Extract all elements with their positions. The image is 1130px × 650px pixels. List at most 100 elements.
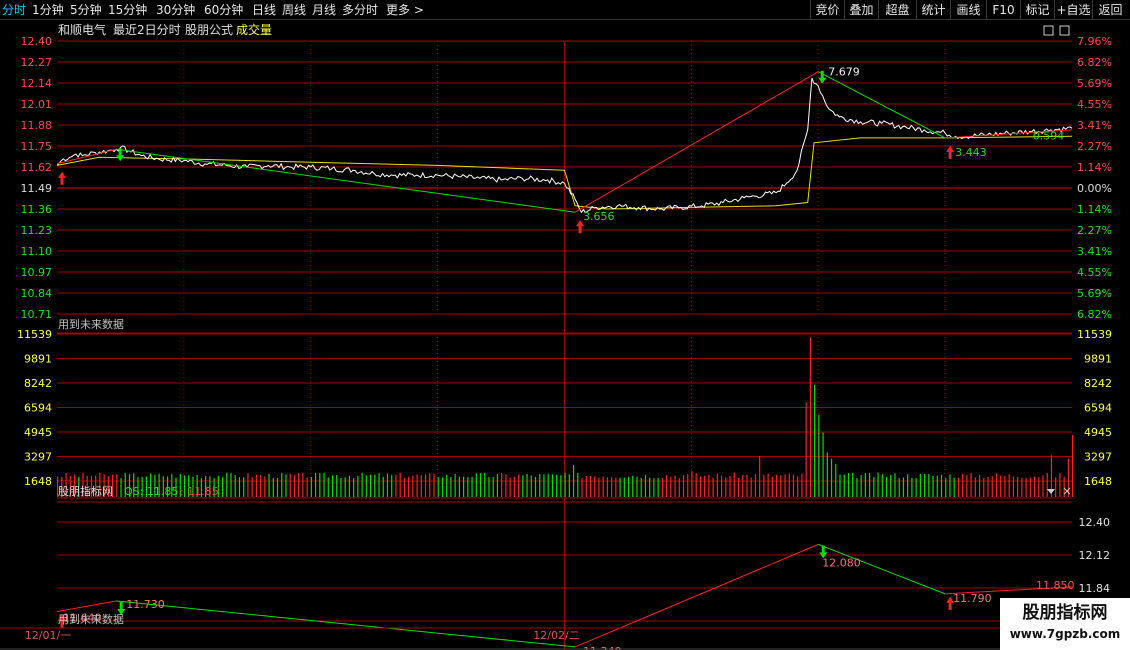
volume-bar-266 [619,477,621,497]
volume-bar-302 [695,473,697,497]
volume-bar-422 [949,474,951,497]
period-tab-7[interactable]: 周线 [282,2,306,18]
volume-bar-426 [957,477,960,497]
period-tab-8[interactable]: 月线 [312,2,336,18]
volume-bar-84 [234,475,236,497]
volume-bar-330 [754,474,757,497]
period-tab-9[interactable]: 多分时 [342,2,378,18]
volume-bar-88 [243,477,245,497]
volume-bar-384 [869,473,871,497]
volume-tick-right-1: 9891 [1084,353,1112,366]
volume-bar-30 [120,478,122,497]
pct-tick-7: 0.00% [1077,182,1112,195]
period-tab-10[interactable]: 更多 > [386,2,424,18]
volume-bar-98 [264,476,266,497]
price-tick-1: 12.27 [21,56,53,69]
toolbar-button-6[interactable]: 标记 [1020,0,1054,20]
brand-watermark: 股朋指标网 www.7gpzb.com [1000,598,1130,650]
volume-bar-180 [437,477,439,497]
volume-bar-452 [1012,476,1014,497]
volume-bar-236 [556,474,558,497]
price-up-arrow-2 [946,145,955,159]
period-tab-4[interactable]: 30分钟 [156,2,195,18]
volume-bar-188 [454,474,456,497]
period-tab-6[interactable]: 日线 [252,2,276,18]
volume-bar-318 [729,475,731,497]
volume-bar-200 [479,473,482,497]
volume-bar-232 [547,473,549,497]
volume-bar-136 [344,477,346,497]
price-tick-2: 12.14 [21,77,53,90]
volume-bar-160 [395,474,397,497]
toolbar-button-2[interactable]: 超盘 [878,0,916,20]
pct-tick-1: 6.82% [1077,56,1112,69]
toolbar-button-4[interactable]: 画线 [950,0,986,20]
volume-bar-332 [759,456,761,497]
dropdown-icon [1047,489,1055,494]
period-tab-3[interactable]: 15分钟 [108,2,147,18]
volume-bar-156 [386,473,389,497]
volume-bar-190 [458,476,460,497]
volume-bar-176 [429,473,431,497]
volume-bar-256 [598,477,600,497]
toolbar-button-3[interactable]: 统计 [916,0,950,20]
volume-tick-left-6: 1648 [24,475,52,488]
volume-bar-450 [1008,474,1010,497]
volume-bar-462 [1033,476,1036,497]
volume-bar-94 [255,474,257,497]
volume-bar-342 [780,475,782,497]
volume-bar-388 [877,472,879,497]
toolbar-button-0[interactable]: 竞价 [810,0,844,20]
toolbar-button-7[interactable]: +自选 [1054,0,1092,20]
period-tab-1[interactable]: 1分钟 [32,2,64,18]
price-tick-3: 12.01 [21,98,53,111]
volume-bar-148 [369,474,372,497]
volume-label: 成交量 [236,22,272,37]
volume-bar-234 [551,474,554,497]
volume-bar-184 [446,474,448,497]
volume-bar-196 [471,476,473,497]
volume-bar-380 [860,475,862,497]
volume-bar-286 [661,478,663,497]
volume-bar-272 [632,475,634,497]
pct-tick-0: 7.96% [1077,35,1112,48]
price-tick-11: 10.97 [21,266,53,279]
volume-bar-164 [403,477,405,497]
indicator-title: 股朋指标网 [58,484,113,498]
volume-tick-right-4: 4945 [1084,426,1112,439]
volume-bar-178 [433,473,435,497]
toolbar-button-8[interactable]: 返回 [1092,0,1128,20]
volume-bar-264 [615,477,617,497]
indicator-tick-1: 12.12 [1079,549,1111,562]
volume-bar-432 [970,472,972,497]
period-tab-2[interactable]: 5分钟 [70,2,102,18]
volume-bar-82 [230,473,232,497]
toolbar: 分时 1分钟 5分钟 15分钟 30分钟 60分钟 日线 周线 月线 多分时 更多 > 竞价 叠加 超盘统… [0,0,1130,20]
pct-tick-8: 1.14% [1077,203,1112,216]
volume-bar-162 [399,472,401,497]
toolbar-button-1[interactable]: 叠加 [844,0,878,20]
volume-bar-106 [281,472,283,497]
period-tab-0[interactable]: 分时 [2,2,26,18]
volume-bar-454 [1017,476,1019,497]
volume-bar-28 [116,474,118,497]
volume-bar-406 [915,477,917,497]
volume-bar-382 [864,473,866,497]
volume-bar-304 [699,476,702,497]
volume-bar-444 [995,473,998,497]
volume-bar-320 [733,472,735,497]
pct-tick-4: 3.41% [1077,119,1112,132]
toolbar-button-5[interactable]: F10 [986,0,1020,20]
volume-bar-434 [974,477,976,497]
signal-segment-1 [116,148,576,213]
volume-bar-418 [940,474,943,497]
price-up-arrow-0 [58,171,66,185]
qs-segment-2 [574,543,819,648]
period-tab-5[interactable]: 60分钟 [204,2,243,18]
volume-bar-346 [788,473,790,497]
volume-bar-370 [839,474,841,497]
volume-bar-248 [581,477,583,497]
period-info: 最近2日分时 [113,23,181,37]
volume-bar-258 [602,476,604,497]
indicator-tick-2: 11.84 [1079,582,1111,595]
